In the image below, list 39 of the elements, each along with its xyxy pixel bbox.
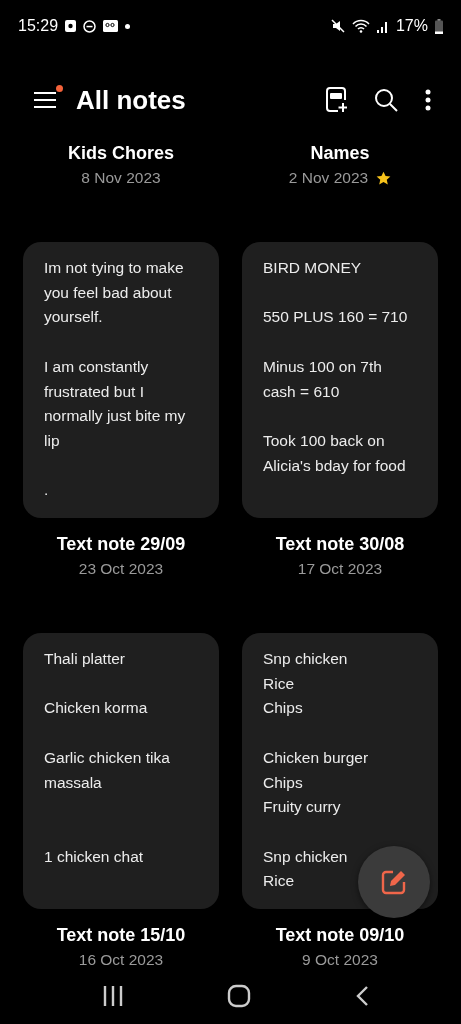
note-title: Text note 09/10 bbox=[275, 924, 405, 947]
note-preview: BIRD MONEY 550 PLUS 160 = 710 Minus 100 on 7th cash = 610 Took 100 back on Alicia's bday for food bbox=[263, 258, 408, 476]
menu-button[interactable] bbox=[34, 91, 56, 109]
note-card[interactable]: BIRD MONEY 550 PLUS 160 = 710 Minus 100 on 7th cash = 610 Took 100 back on Alicia's bday for food bbox=[242, 242, 438, 518]
note-date: 23 Oct 2023 bbox=[78, 559, 164, 579]
note-card[interactable]: Im not tying to make you feel bad about yourself. I am constantly frustrated but I normally just bite my lip . bbox=[23, 242, 219, 518]
do-not-disturb-icon bbox=[83, 19, 97, 33]
note-preview: Snp chicken Rice Chips Chicken burger Chips Fruity curry Snp chicken Rice bbox=[263, 649, 369, 892]
note-date: 8 Nov 2023 bbox=[81, 168, 161, 188]
note-date: 17 Oct 2023 bbox=[297, 559, 383, 579]
battery-icon bbox=[435, 18, 443, 34]
note-date: 16 Oct 2023 bbox=[78, 950, 164, 970]
image-icon bbox=[65, 20, 77, 32]
note-title: Text note 30/08 bbox=[275, 533, 405, 556]
page-title: All notes bbox=[76, 84, 187, 116]
note-title: Text note 29/09 bbox=[56, 533, 186, 556]
more-options-button[interactable] bbox=[425, 89, 431, 111]
note-date: 2 Nov 2023 bbox=[288, 168, 369, 188]
note-preview: Im not tying to make you feel bad about yourself. I am constantly frustrated but I normally just bite my lip . bbox=[44, 258, 186, 501]
voicemail-icon bbox=[103, 20, 119, 32]
back-button[interactable] bbox=[355, 985, 370, 1007]
note-card[interactable]: Thali platter Chicken korma Garlic chicken tika massala 1 chicken chat bbox=[23, 633, 219, 909]
wifi-icon bbox=[351, 19, 370, 33]
note-title: Text note 15/10 bbox=[56, 924, 186, 947]
note-date: 9 Oct 2023 bbox=[302, 950, 378, 970]
clock-time: 15:29 bbox=[18, 17, 59, 35]
dot-icon bbox=[125, 23, 131, 29]
signal-icon bbox=[376, 19, 389, 33]
battery-percentage: 17% bbox=[395, 17, 428, 35]
pen-icon bbox=[381, 869, 407, 895]
note-card[interactable]: Snp chicken Rice Chips Chicken burger Chips Fruity curry Snp chicken Rice bbox=[242, 633, 438, 909]
note-title: Kids Chores bbox=[68, 142, 174, 165]
mute-icon bbox=[330, 19, 345, 33]
home-button[interactable] bbox=[227, 984, 252, 1008]
note-title: Names bbox=[310, 142, 370, 165]
recent-apps-button[interactable] bbox=[101, 986, 124, 1006]
pdf-import-button[interactable] bbox=[325, 87, 347, 113]
note-preview: Thali platter Chicken korma Garlic chicken tika massala 1 chicken chat bbox=[44, 649, 170, 867]
search-button[interactable] bbox=[374, 88, 398, 112]
